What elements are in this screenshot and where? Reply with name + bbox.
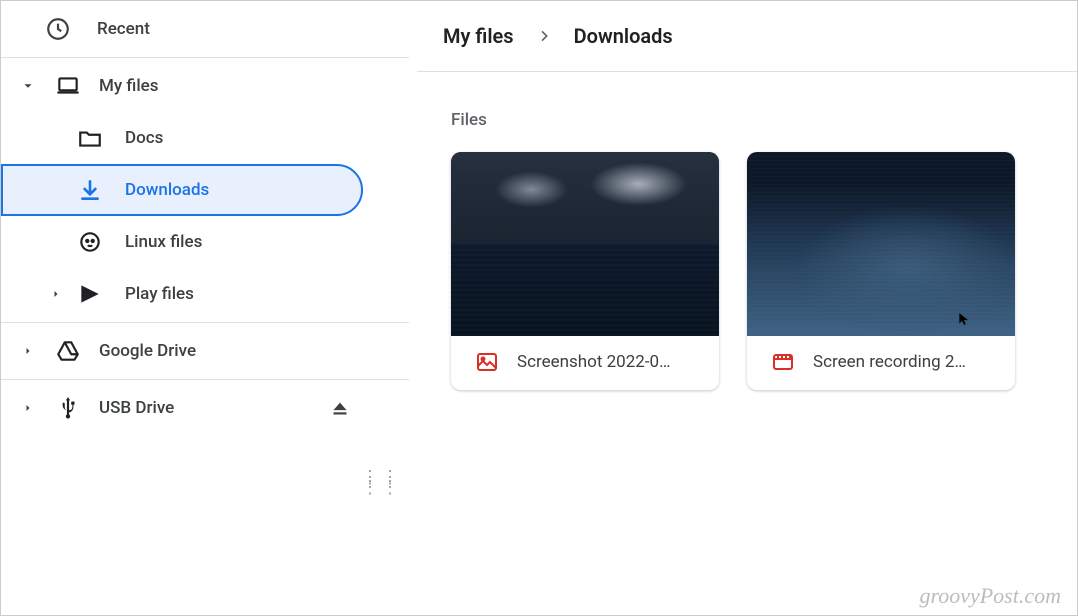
file-footer: Screenshot 2022-0… xyxy=(451,336,719,390)
sidebar-item-gdrive[interactable]: Google Drive xyxy=(1,325,409,377)
sidebar-label: Google Drive xyxy=(99,341,391,361)
usb-icon xyxy=(55,395,81,421)
image-file-icon xyxy=(475,350,499,374)
linux-icon xyxy=(77,229,103,255)
laptop-icon xyxy=(55,73,81,99)
sidebar-item-linux[interactable]: Linux files xyxy=(1,216,409,268)
breadcrumb-root[interactable]: My files xyxy=(443,24,514,48)
play-icon xyxy=(77,281,103,307)
sidebar-label: Play files xyxy=(125,284,391,304)
folder-icon xyxy=(77,125,103,151)
cursor-icon xyxy=(957,310,971,328)
drag-handle-icon[interactable]: ⋮⋮⋮⋮ xyxy=(361,473,401,493)
sidebar-label: My files xyxy=(99,76,391,96)
caret-right-icon[interactable] xyxy=(19,402,37,414)
files-grid: Screenshot 2022-0… Screen recording 2… xyxy=(409,134,1077,390)
sidebar-label: Recent xyxy=(97,19,391,39)
divider xyxy=(1,322,409,323)
sidebar: Recent My files Docs Downloads xyxy=(1,1,409,615)
divider xyxy=(1,57,409,58)
breadcrumb-leaf[interactable]: Downloads xyxy=(574,24,673,48)
file-name: Screenshot 2022-0… xyxy=(517,352,670,372)
clock-icon xyxy=(45,16,71,42)
download-icon xyxy=(77,177,103,203)
sidebar-item-usb[interactable]: USB Drive xyxy=(1,382,409,434)
sidebar-label: Docs xyxy=(125,128,391,148)
file-card-recording[interactable]: Screen recording 2… xyxy=(747,152,1015,390)
sidebar-item-downloads[interactable]: Downloads xyxy=(1,164,363,216)
file-footer: Screen recording 2… xyxy=(747,336,1015,390)
watermark: groovyPost.com xyxy=(919,583,1061,609)
sidebar-label: Downloads xyxy=(125,180,343,200)
video-file-icon xyxy=(771,350,795,374)
file-card-screenshot[interactable]: Screenshot 2022-0… xyxy=(451,152,719,390)
breadcrumb: My files Downloads xyxy=(409,1,1077,71)
section-label-files: Files xyxy=(409,72,1077,134)
eject-icon[interactable] xyxy=(327,395,353,421)
sidebar-label: Linux files xyxy=(125,232,391,252)
sidebar-label: USB Drive xyxy=(99,398,309,418)
sidebar-item-docs[interactable]: Docs xyxy=(1,112,409,164)
file-name: Screen recording 2… xyxy=(813,352,966,372)
divider xyxy=(1,379,409,380)
main-panel: My files Downloads Files Screenshot 2022… xyxy=(409,1,1077,615)
gdrive-icon xyxy=(55,338,81,364)
caret-right-icon[interactable] xyxy=(47,288,65,300)
file-thumbnail xyxy=(747,152,1015,336)
sidebar-item-myfiles[interactable]: My files xyxy=(1,60,409,112)
file-thumbnail xyxy=(451,152,719,336)
caret-right-icon[interactable] xyxy=(19,345,37,357)
sidebar-item-recent[interactable]: Recent xyxy=(1,3,409,55)
sidebar-item-playfiles[interactable]: Play files xyxy=(1,268,409,320)
caret-down-icon[interactable] xyxy=(19,79,37,93)
chevron-right-icon xyxy=(536,28,552,44)
